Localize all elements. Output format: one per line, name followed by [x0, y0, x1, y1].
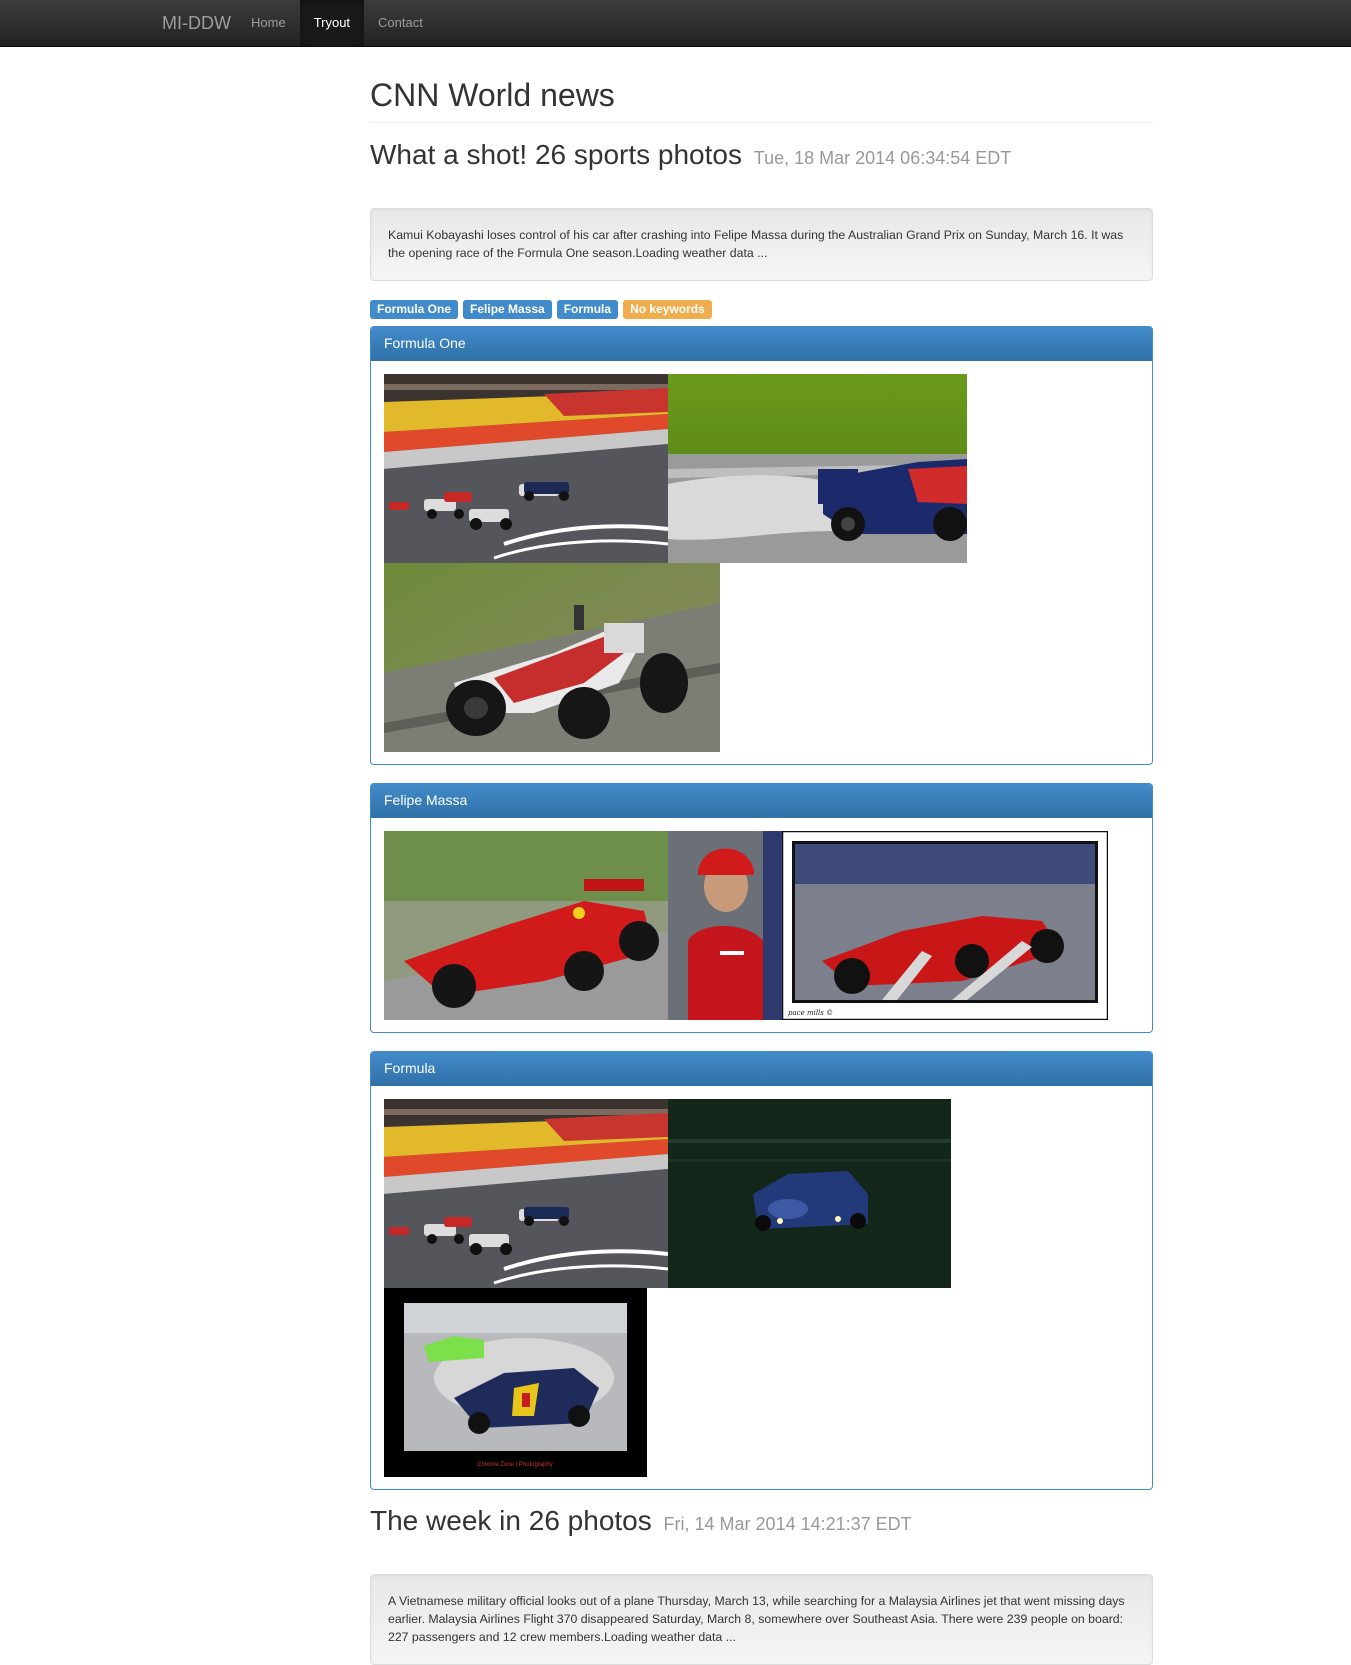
photo-grid: Chrome Zone | Photography — [384, 1098, 1139, 1477]
article-date: Tue, 18 Mar 2014 06:34:54 EDT — [753, 148, 1012, 168]
photo-felipe-massa-portrait[interactable] — [668, 830, 782, 1020]
photo-grid: pace mills © — [384, 830, 1139, 1020]
photo-ferrari-pitlane[interactable] — [384, 830, 668, 1020]
photo-grid — [384, 373, 1139, 752]
photo-credit: Chrome Zone | Photography — [477, 1462, 553, 1468]
photo-track-spa[interactable] — [384, 373, 668, 563]
tag-formula[interactable]: Formula — [556, 299, 619, 319]
photo-track-spa[interactable] — [384, 1098, 668, 1288]
main-content: CNN World news What a shot! 26 sports ph… — [370, 46, 1153, 1665]
panel-formula: Formula Chrome Zone | Photography — [370, 1050, 1153, 1490]
nav-home[interactable]: Home — [237, 0, 300, 46]
photo-redbull-wet[interactable] — [668, 373, 967, 563]
photo-ferrari-framed[interactable]: pace mills © — [782, 830, 1108, 1020]
article-title-text: What a shot! 26 sports photos — [370, 139, 742, 170]
panel-heading: Formula One — [371, 326, 1152, 361]
tag-formula-one[interactable]: Formula One — [370, 299, 459, 319]
nav-tryout[interactable]: Tryout — [299, 0, 365, 46]
article-title: The week in 26 photos Fri, 14 Mar 2014 1… — [370, 1504, 1153, 1537]
brand-link[interactable]: MI-DDW — [162, 0, 231, 46]
photo-watermark: pace mills © — [788, 1009, 833, 1017]
article-title-text: The week in 26 photos — [370, 1504, 652, 1536]
tag-felipe-massa[interactable]: Felipe Massa — [463, 299, 552, 319]
top-navbar: MI-DDW Home Tryout Contact — [0, 0, 1351, 47]
page-title: CNN World news — [370, 79, 1153, 123]
keyword-tags: Formula One Felipe Massa Formula No keyw… — [370, 299, 1153, 319]
photo-night-car[interactable] — [668, 1098, 951, 1288]
photo-drift-framed[interactable]: Chrome Zone | Photography — [384, 1287, 647, 1477]
nav-menu: Home Tryout Contact — [237, 0, 437, 46]
article-title: What a shot! 26 sports photos Tue, 18 Ma… — [370, 139, 1153, 171]
article-date: Fri, 14 Mar 2014 14:21:37 EDT — [663, 1513, 912, 1534]
panel-heading: Felipe Massa — [371, 783, 1152, 818]
tag-no-keywords[interactable]: No keywords — [623, 299, 712, 319]
nav-contact[interactable]: Contact — [364, 0, 437, 46]
panel-heading: Formula — [371, 1051, 1152, 1086]
panel-formula-one: Formula One — [370, 325, 1153, 765]
panel-felipe-massa: Felipe Massa pace mills © — [370, 782, 1153, 1033]
article-description: Kamui Kobayashi loses control of his car… — [370, 207, 1153, 281]
photo-f1-red-white[interactable] — [384, 562, 720, 752]
article-description: A Vietnamese military official looks out… — [370, 1573, 1153, 1665]
